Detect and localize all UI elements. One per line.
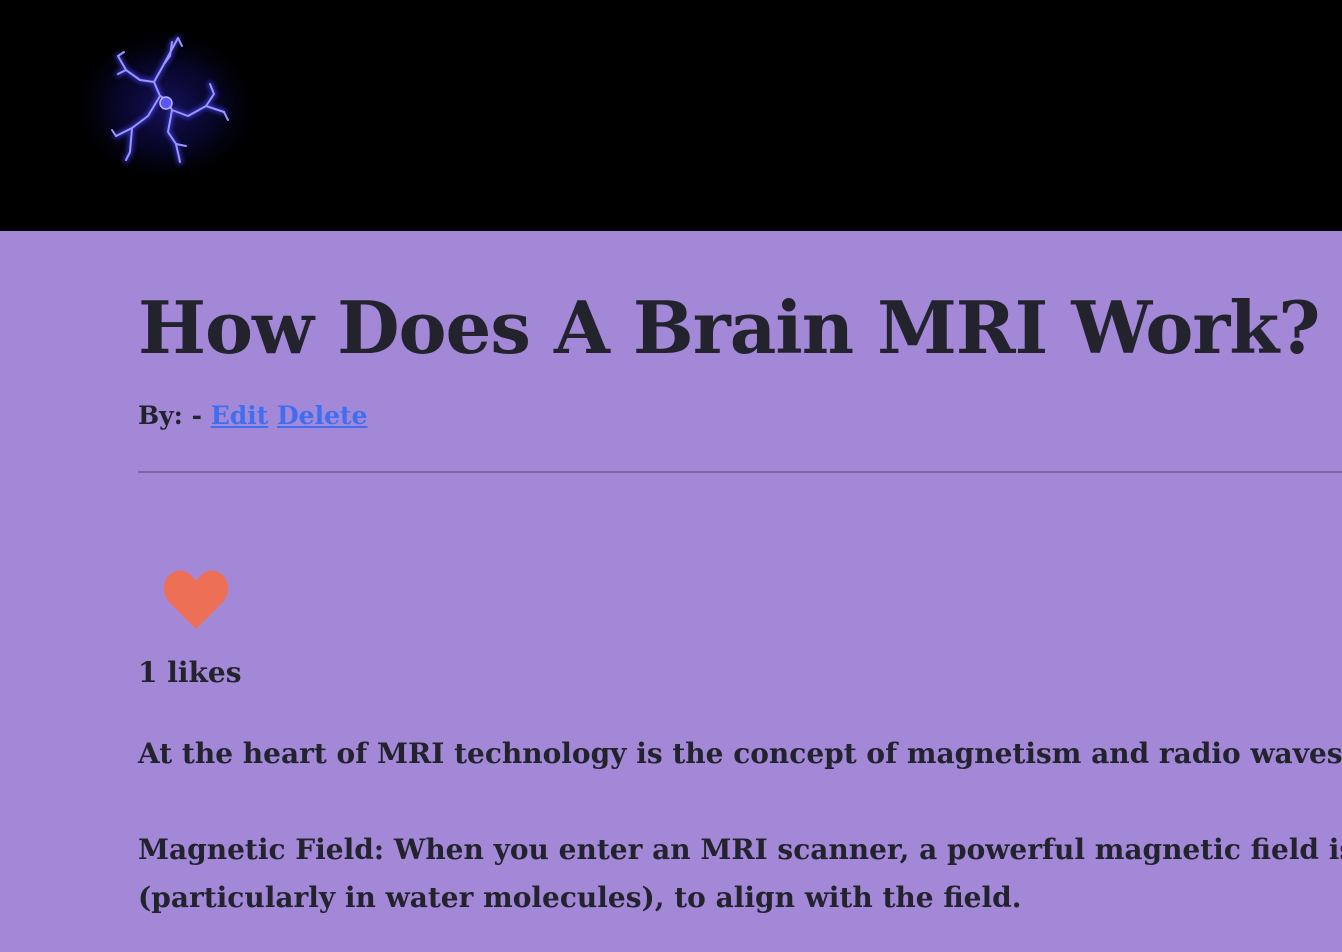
post-title: How Does A Brain MRI Work? (138, 285, 1320, 370)
post-paragraph: At the heart of MRI technology is the co… (138, 737, 1342, 770)
byline-prefix: By: - (138, 401, 202, 430)
like-button[interactable] (160, 565, 232, 633)
likes-count: 1 likes (138, 656, 242, 689)
post-paragraph: Magnetic Field: When you enter an MRI sc… (138, 826, 1342, 922)
neuron-logo-icon[interactable] (68, 24, 264, 188)
edit-link[interactable]: Edit (211, 401, 269, 430)
delete-link[interactable]: Delete (277, 401, 367, 430)
site-header (0, 0, 1342, 231)
paragraph-line: (particularly in water molecules), to al… (138, 881, 1022, 914)
heart-icon (163, 570, 229, 629)
divider (138, 471, 1342, 473)
paragraph-line: Magnetic Field: When you enter an MRI sc… (138, 833, 1342, 866)
post-byline: By: - Edit Delete (138, 399, 367, 433)
post-content: How Does A Brain MRI Work? By: - Edit De… (0, 231, 1342, 952)
